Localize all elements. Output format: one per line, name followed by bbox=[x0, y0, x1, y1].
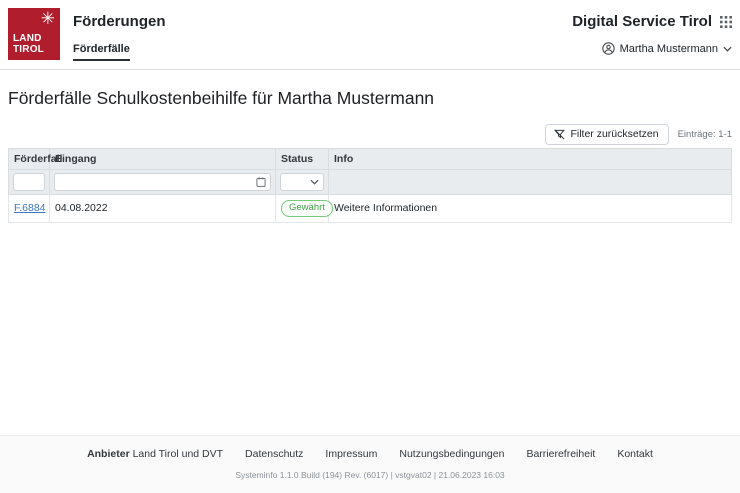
filter-off-icon bbox=[554, 129, 565, 140]
footer-link-datenschutz[interactable]: Datenschutz bbox=[245, 448, 303, 460]
provider-label: Anbieter bbox=[87, 448, 130, 460]
filter-status-value[interactable] bbox=[280, 173, 324, 191]
system-info: Systeminfo 1.1.0 Build (194) Rev. (6017)… bbox=[0, 470, 740, 480]
foerderfaelle-table: Förderfall Eingang Status Info bbox=[8, 148, 732, 223]
cell-eingang: 04.08.2022 bbox=[50, 195, 276, 223]
app-header: ✳ LAND TIROL Förderungen Förderfälle Dig… bbox=[0, 0, 740, 70]
footer-link-kontakt[interactable]: Kontakt bbox=[617, 448, 653, 460]
header-left: ✳ LAND TIROL Förderungen Förderfälle bbox=[8, 8, 166, 61]
filter-eingang-date-input[interactable] bbox=[54, 173, 271, 191]
reset-filter-label: Filter zurücksetzen bbox=[570, 128, 658, 140]
chevron-down-icon bbox=[723, 46, 732, 52]
column-header-info[interactable]: Info bbox=[329, 149, 732, 170]
filter-status-select[interactable] bbox=[280, 173, 324, 191]
case-link[interactable]: F.6884 bbox=[14, 202, 46, 214]
brand-title: Digital Service Tirol bbox=[572, 13, 712, 30]
cell-info: Weitere Informationen bbox=[329, 195, 732, 223]
logo-text: LAND TIROL bbox=[13, 34, 44, 56]
column-header-status[interactable]: Status bbox=[276, 149, 329, 170]
table-row: F.6884 04.08.2022 Gewährt Weitere Inform… bbox=[9, 195, 732, 223]
table-header-row: Förderfall Eingang Status Info bbox=[9, 149, 732, 170]
header-titles: Förderungen Förderfälle bbox=[73, 8, 166, 61]
account-icon bbox=[602, 42, 615, 55]
filter-eingang-wrapper bbox=[54, 173, 271, 191]
reset-filter-button[interactable]: Filter zurücksetzen bbox=[545, 124, 668, 145]
user-name: Martha Mustermann bbox=[620, 43, 718, 55]
column-header-eingang[interactable]: Eingang bbox=[50, 149, 276, 170]
footer-link-nutzungsbedingungen[interactable]: Nutzungsbedingungen bbox=[399, 448, 504, 460]
page-footer: Anbieter Land Tirol und DVT Datenschutz … bbox=[0, 435, 740, 493]
user-menu[interactable]: Martha Mustermann bbox=[602, 42, 732, 55]
provider-value: Land Tirol und DVT bbox=[130, 448, 223, 460]
tab-foerderfaelle[interactable]: Förderfälle bbox=[73, 43, 130, 61]
land-tirol-logo[interactable]: ✳ LAND TIROL bbox=[8, 8, 60, 60]
table-toolbar: Filter zurücksetzen Einträge: 1-1 bbox=[8, 124, 732, 145]
entries-count: Einträge: 1-1 bbox=[678, 129, 732, 140]
main-content: Förderfälle Schulkostenbeihilfe für Mart… bbox=[0, 88, 740, 223]
page-title: Förderfälle Schulkostenbeihilfe für Mart… bbox=[8, 88, 732, 109]
filter-foerderfall-input[interactable] bbox=[13, 173, 45, 191]
footer-links: Anbieter Land Tirol und DVT Datenschutz … bbox=[0, 448, 740, 460]
apps-grid-icon[interactable] bbox=[720, 16, 732, 28]
logo-line2: TIROL bbox=[13, 45, 44, 56]
app-title: Förderungen bbox=[73, 13, 166, 30]
footer-link-barrierefreiheit[interactable]: Barrierefreiheit bbox=[526, 448, 595, 460]
footer-link-impressum[interactable]: Impressum bbox=[325, 448, 377, 460]
table-filter-row bbox=[9, 170, 732, 195]
column-header-foerderfall[interactable]: Förderfall bbox=[9, 149, 50, 170]
tirol-eagle-icon: ✳ bbox=[41, 10, 55, 27]
provider-info: Anbieter Land Tirol und DVT bbox=[87, 448, 223, 460]
header-right: Digital Service Tirol Mart bbox=[572, 8, 732, 55]
brand-row: Digital Service Tirol bbox=[572, 13, 732, 30]
status-badge: Gewährt bbox=[281, 200, 333, 217]
